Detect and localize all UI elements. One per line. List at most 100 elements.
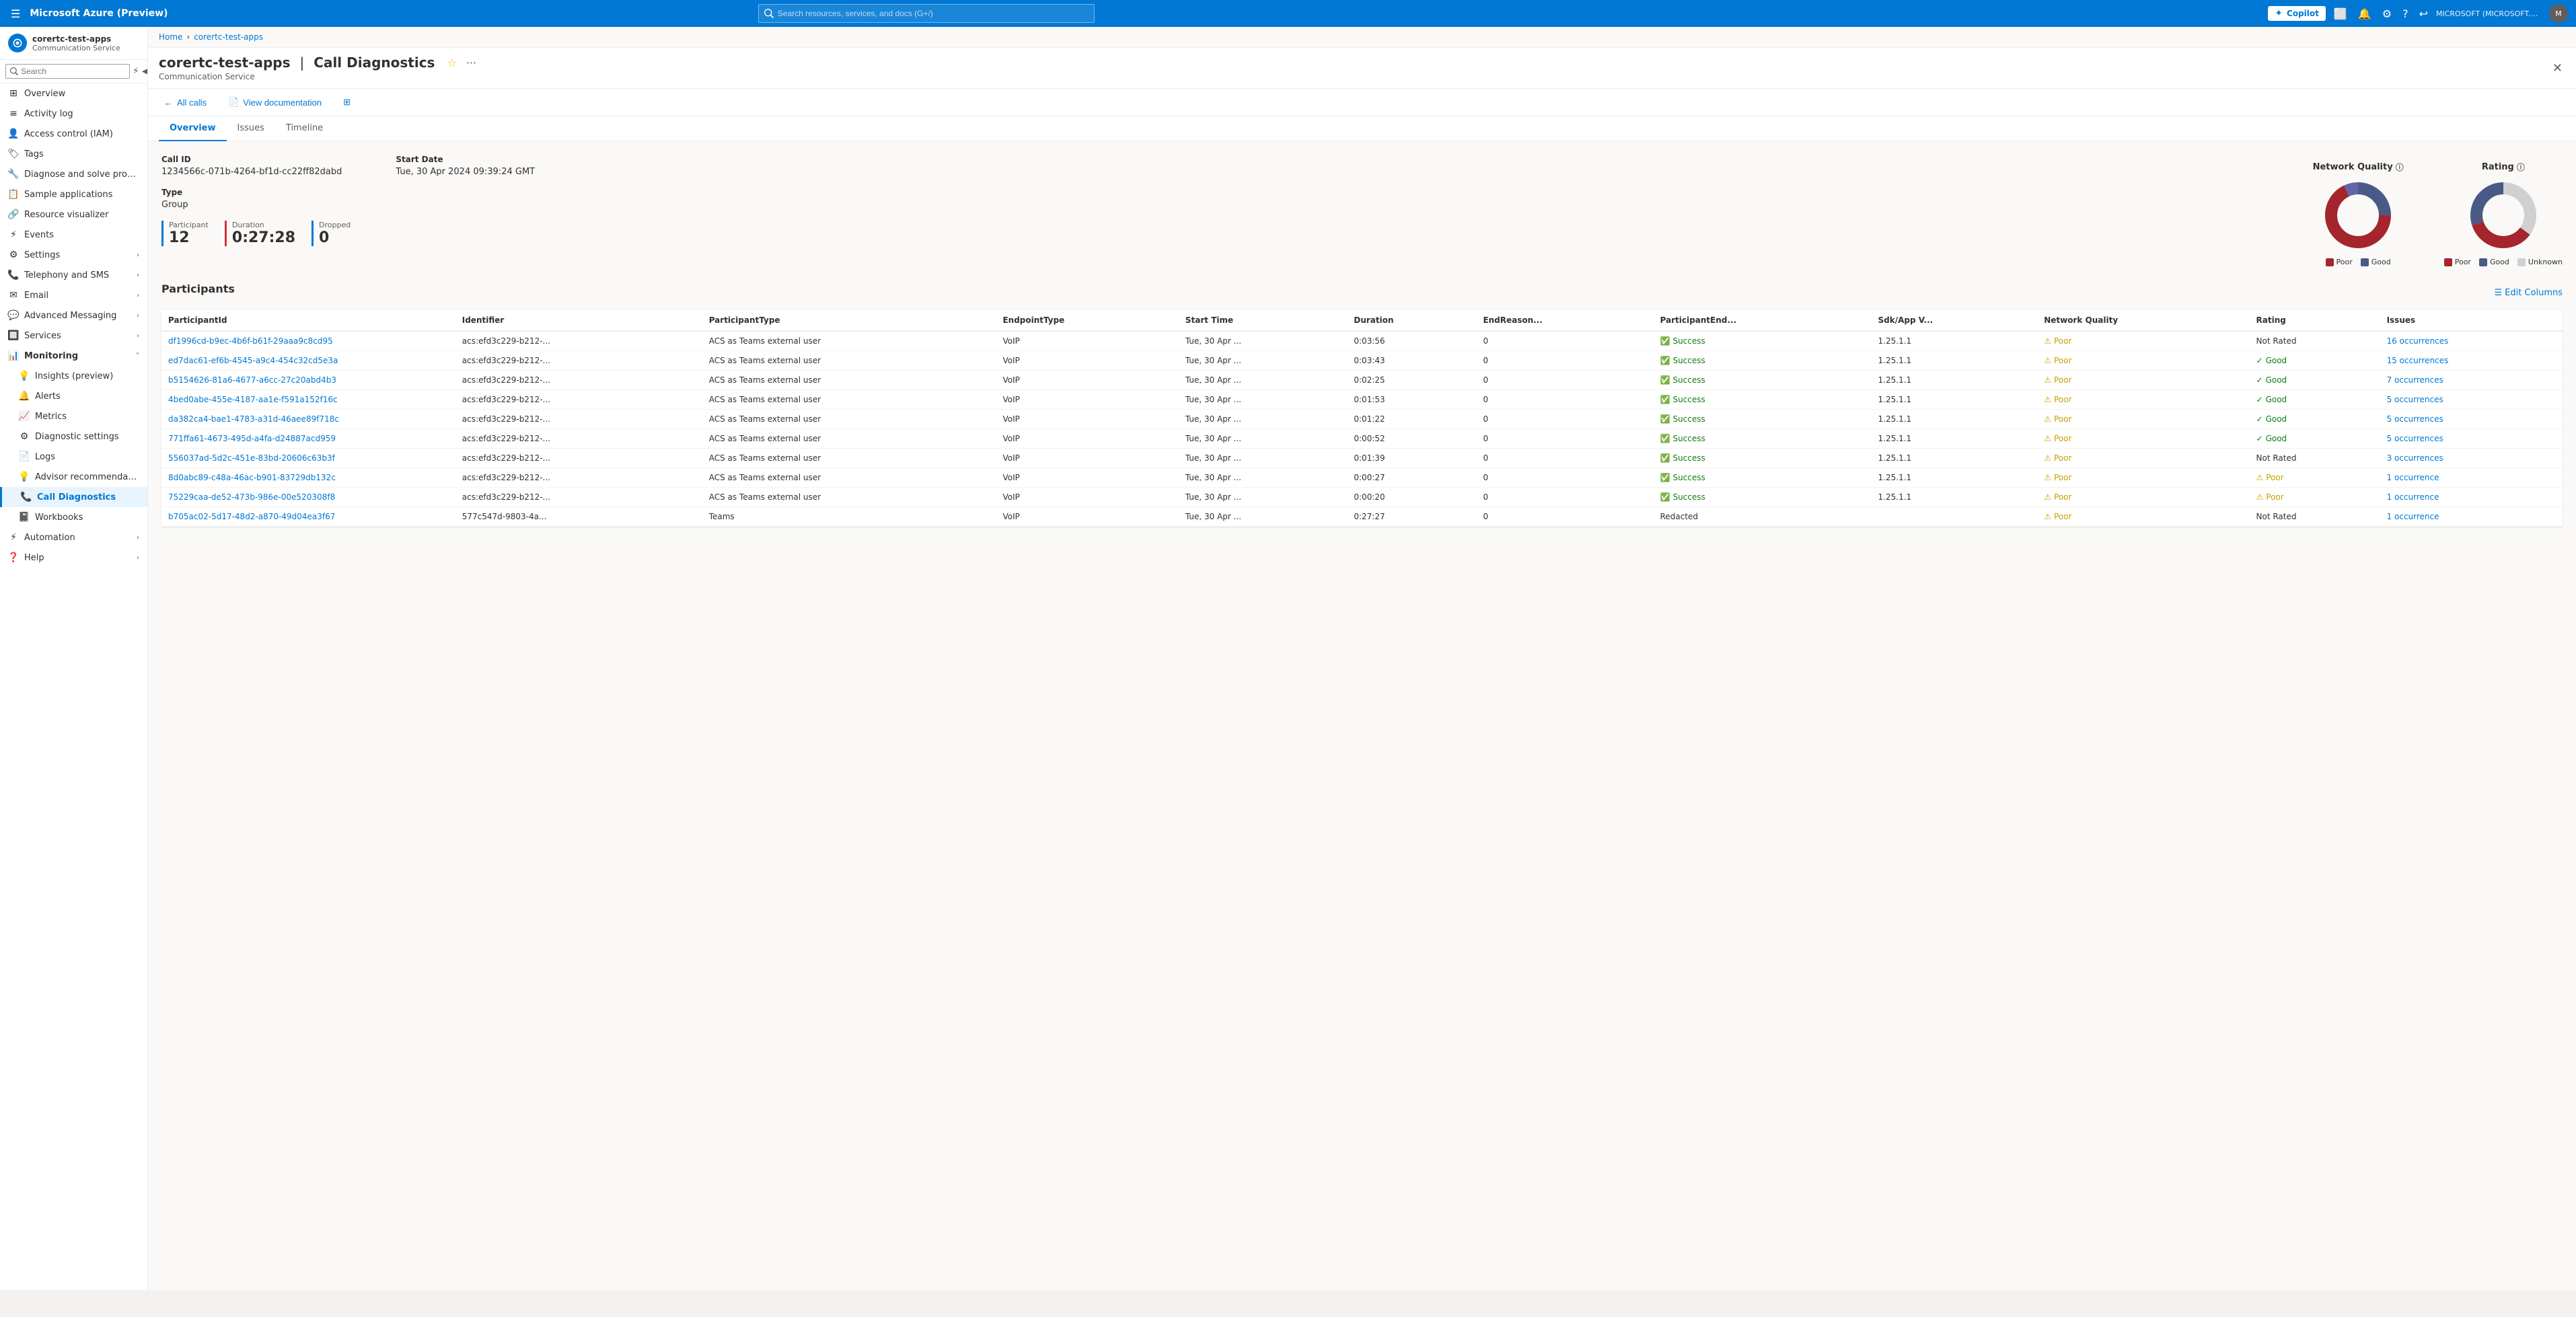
issues-cell[interactable]: 1 occurrence bbox=[2380, 468, 2563, 488]
favorite-star-icon[interactable]: ☆ bbox=[447, 57, 456, 69]
participant-id-cell[interactable]: df1996cd-b9ec-4b6f-b61f-29aaa9c8cd95 bbox=[161, 331, 455, 351]
rating-info-icon[interactable]: ⓘ bbox=[2517, 161, 2525, 173]
message-icon: 💬 bbox=[8, 310, 19, 321]
tab-timeline[interactable]: Timeline bbox=[275, 116, 334, 141]
sidebar-item-insights[interactable]: 💡 Insights (preview) bbox=[0, 366, 147, 386]
sidebar-item-sample-apps[interactable]: 📋 Sample applications bbox=[0, 184, 147, 204]
sidebar-item-access-control[interactable]: 👤 Access control (IAM) bbox=[0, 124, 147, 144]
hamburger-menu-icon[interactable]: ☰ bbox=[8, 5, 23, 23]
filter-icon[interactable]: ⚡ bbox=[133, 66, 139, 77]
sidebar-search-box[interactable] bbox=[5, 64, 130, 79]
sidebar-item-diagnostic-settings[interactable]: ⚙ Diagnostic settings bbox=[0, 426, 147, 447]
back-to-calls-button[interactable]: ← All calls bbox=[159, 95, 212, 110]
global-search-input[interactable] bbox=[778, 9, 1089, 18]
sidebar-item-activity-log[interactable]: ≡ Activity log bbox=[0, 104, 147, 124]
view-docs-button[interactable]: 📄 View documentation bbox=[223, 94, 327, 110]
sidebar-item-settings[interactable]: ⚙ Settings › bbox=[0, 245, 147, 265]
sidebar-item-call-diagnostics[interactable]: 📞 Call Diagnostics bbox=[0, 487, 147, 507]
participant-id-cell[interactable]: 8d0abc89-c48a-46ac-b901-83729db132c bbox=[161, 468, 455, 488]
sidebar-item-help[interactable]: ❓ Help › bbox=[0, 548, 147, 568]
participant-id-cell[interactable]: 556037ad-5d2c-451e-83bd-20606c63b3f bbox=[161, 449, 455, 468]
participant-id-cell[interactable]: 771ffa61-4673-495d-a4fa-d24887acd959 bbox=[161, 429, 455, 449]
issues-link[interactable]: 16 occurrences bbox=[2387, 336, 2449, 346]
issues-link[interactable]: 15 occurrences bbox=[2387, 356, 2449, 365]
breadcrumb-resource[interactable]: corertc-test-apps bbox=[194, 32, 263, 42]
sidebar-item-diagnose[interactable]: 🔧 Diagnose and solve problems bbox=[0, 164, 147, 184]
feedback-icon[interactable]: ↩ bbox=[2417, 5, 2431, 23]
participant-id-link[interactable]: b705ac02-5d17-48d2-a870-49d04ea3f67 bbox=[168, 512, 335, 521]
network-quality-cell: ⚠ Poor bbox=[2037, 449, 2249, 468]
sidebar-item-overview[interactable]: ⊞ Overview bbox=[0, 83, 147, 104]
network-quality-info-icon[interactable]: ⓘ bbox=[2396, 161, 2404, 173]
participant-id-link[interactable]: ed7dac61-ef6b-4545-a9c4-454c32cd5e3a bbox=[168, 356, 338, 365]
participant-id-cell[interactable]: b705ac02-5d17-48d2-a870-49d04ea3f67 bbox=[161, 507, 455, 527]
participant-id-cell[interactable]: 4bed0abe-455e-4187-aa1e-f591a152f16c bbox=[161, 390, 455, 410]
sidebar-item-telephony[interactable]: 📞 Telephony and SMS › bbox=[0, 265, 147, 285]
issues-link[interactable]: 5 occurrences bbox=[2387, 434, 2443, 443]
issues-link[interactable]: 5 occurrences bbox=[2387, 414, 2443, 424]
issues-link[interactable]: 1 occurrence bbox=[2387, 473, 2439, 482]
issues-link[interactable]: 7 occurrences bbox=[2387, 375, 2443, 385]
participant-id-link[interactable]: df1996cd-b9ec-4b6f-b61f-29aaa9c8cd95 bbox=[168, 336, 333, 346]
copilot-button[interactable]: ✦ Copilot bbox=[2268, 6, 2326, 21]
charts-section: Network Quality ⓘ bbox=[2313, 155, 2563, 266]
participant-id-link[interactable]: da382ca4-bae1-4783-a31d-46aee89f718c bbox=[168, 414, 339, 424]
participant-id-link[interactable]: b5154626-81a6-4677-a6cc-27c20abd4b3 bbox=[168, 375, 336, 385]
screen-icon[interactable]: ⬜ bbox=[2331, 5, 2350, 23]
issues-link[interactable]: 3 occurrences bbox=[2387, 453, 2443, 463]
grid-view-button[interactable]: ⊞ bbox=[338, 94, 356, 110]
col-header-start-time: Start Time bbox=[1179, 310, 1347, 331]
issues-cell[interactable]: 5 occurrences bbox=[2380, 410, 2563, 429]
help-icon[interactable]: ? bbox=[2400, 5, 2411, 23]
sidebar-item-metrics[interactable]: 📈 Metrics bbox=[0, 406, 147, 426]
success-check-icon: ✅ bbox=[1660, 434, 1670, 443]
duration-cell: 0:01:39 bbox=[1347, 449, 1476, 468]
issues-cell[interactable]: 3 occurrences bbox=[2380, 449, 2563, 468]
sidebar-item-email[interactable]: ✉ Email › bbox=[0, 285, 147, 305]
grid-icon: ⊞ bbox=[8, 88, 19, 99]
sidebar-item-automation[interactable]: ⚡ Automation › bbox=[0, 527, 147, 548]
global-search[interactable] bbox=[758, 4, 1095, 23]
tab-issues[interactable]: Issues bbox=[227, 116, 275, 141]
sidebar-search-input[interactable] bbox=[21, 67, 125, 76]
participant-id-cell[interactable]: 75229caa-de52-473b-986e-00e520308f8 bbox=[161, 488, 455, 507]
issues-link[interactable]: 5 occurrences bbox=[2387, 395, 2443, 404]
issues-cell[interactable]: 15 occurrences bbox=[2380, 351, 2563, 371]
issues-link[interactable]: 1 occurrence bbox=[2387, 492, 2439, 502]
sidebar-item-workbooks[interactable]: 📓 Workbooks bbox=[0, 507, 147, 527]
participant-id-cell[interactable]: ed7dac61-ef6b-4545-a9c4-454c32cd5e3a bbox=[161, 351, 455, 371]
participant-id-link[interactable]: 75229caa-de52-473b-986e-00e520308f8 bbox=[168, 492, 335, 502]
sidebar-item-tags[interactable]: 🏷 Tags bbox=[0, 144, 147, 164]
edit-columns-button[interactable]: ☰ Edit Columns bbox=[2494, 288, 2563, 298]
issues-cell[interactable]: 16 occurrences bbox=[2380, 331, 2563, 351]
issues-cell[interactable]: 7 occurrences bbox=[2380, 371, 2563, 390]
participant-id-cell[interactable]: da382ca4-bae1-4783-a31d-46aee89f718c bbox=[161, 410, 455, 429]
issues-cell[interactable]: 1 occurrence bbox=[2380, 488, 2563, 507]
close-button[interactable]: ✕ bbox=[2550, 59, 2565, 78]
issues-cell[interactable]: 5 occurrences bbox=[2380, 429, 2563, 449]
sidebar-item-advanced-messaging[interactable]: 💬 Advanced Messaging › bbox=[0, 305, 147, 326]
sidebar-item-services[interactable]: 🔲 Services › bbox=[0, 326, 147, 346]
avatar[interactable]: M bbox=[2549, 4, 2568, 23]
breadcrumb: Home › corertc-test-apps bbox=[148, 27, 2576, 48]
more-options-button[interactable]: ··· bbox=[462, 55, 480, 71]
issues-cell[interactable]: 5 occurrences bbox=[2380, 390, 2563, 410]
participant-id-link[interactable]: 8d0abc89-c48a-46ac-b901-83729db132c bbox=[168, 473, 336, 482]
sidebar-item-monitoring[interactable]: 📊 Monitoring ˅ bbox=[0, 346, 147, 366]
sidebar-item-logs[interactable]: 📄 Logs bbox=[0, 447, 147, 467]
tab-overview[interactable]: Overview bbox=[159, 116, 227, 141]
breadcrumb-home[interactable]: Home bbox=[159, 32, 182, 42]
sidebar-item-resource-visualizer[interactable]: 🔗 Resource visualizer bbox=[0, 204, 147, 225]
issues-cell[interactable]: 1 occurrence bbox=[2380, 507, 2563, 527]
participant-id-cell[interactable]: b5154626-81a6-4677-a6cc-27c20abd4b3 bbox=[161, 371, 455, 390]
sidebar-item-events[interactable]: ⚡ Events bbox=[0, 225, 147, 245]
sidebar-item-advisor-recommendations[interactable]: 💡 Advisor recommendations bbox=[0, 467, 147, 487]
settings-icon[interactable]: ⚙ bbox=[2380, 5, 2394, 23]
participant-id-link[interactable]: 4bed0abe-455e-4187-aa1e-f591a152f16c bbox=[168, 395, 338, 404]
bell-icon[interactable]: 🔔 bbox=[2355, 5, 2374, 23]
collapse-icon[interactable]: ◀ bbox=[142, 66, 148, 77]
issues-link[interactable]: 1 occurrence bbox=[2387, 512, 2439, 521]
participant-id-link[interactable]: 771ffa61-4673-495d-a4fa-d24887acd959 bbox=[168, 434, 336, 443]
sidebar-item-alerts[interactable]: 🔔 Alerts bbox=[0, 386, 147, 406]
participant-id-link[interactable]: 556037ad-5d2c-451e-83bd-20606c63b3f bbox=[168, 453, 335, 463]
